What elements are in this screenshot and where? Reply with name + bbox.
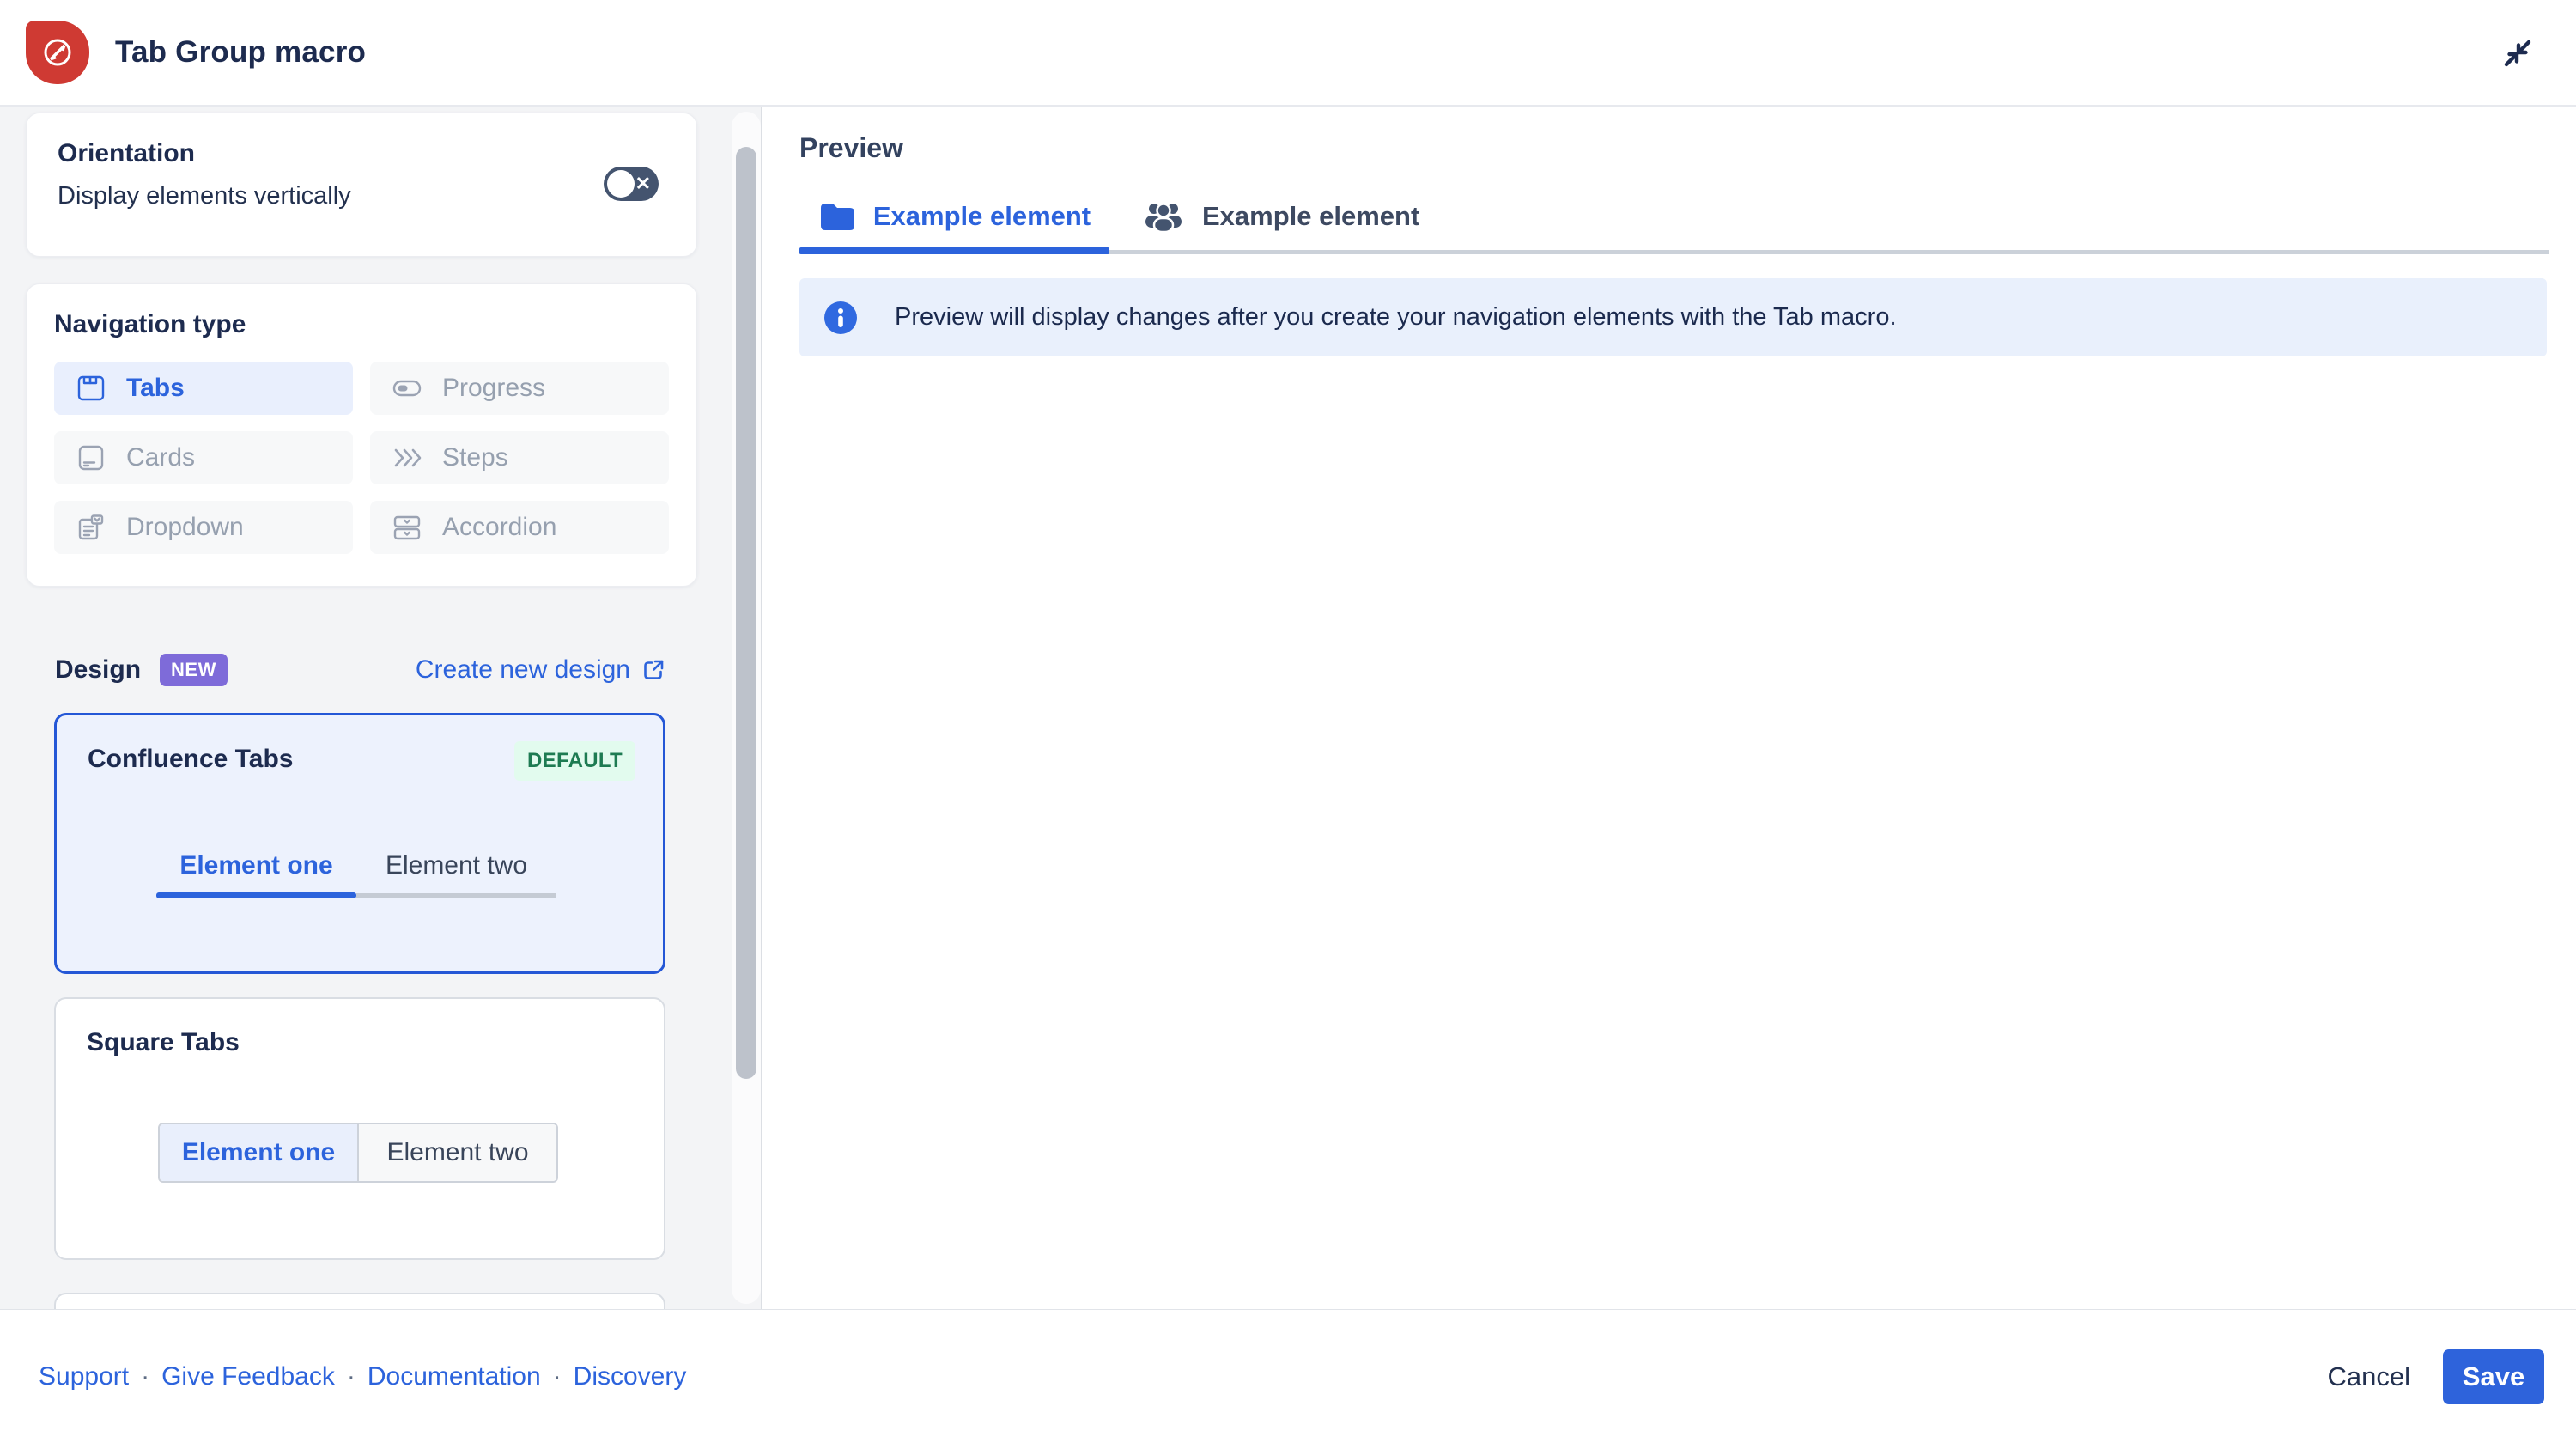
navigation-type-grid: Tabs Progress	[54, 362, 669, 554]
orientation-description: Display elements vertically	[58, 182, 665, 210]
nav-option-label: Progress	[442, 374, 545, 403]
toggle-knob	[607, 170, 635, 198]
nav-option-label: Tabs	[126, 374, 185, 403]
dialog-header: Tab Group macro	[0, 0, 2576, 107]
design-preview-button-one: Element one	[160, 1124, 359, 1181]
link-separator: ·	[347, 1362, 355, 1391]
design-option-name: Square Tabs	[87, 1028, 240, 1057]
cancel-button[interactable]: Cancel	[2307, 1348, 2432, 1406]
orientation-card: Orientation Display elements vertically …	[26, 113, 697, 257]
preview-pane: Preview Example element	[762, 107, 2576, 1309]
vertical-orientation-toggle[interactable]: ✕	[604, 167, 659, 201]
design-option-square-tabs[interactable]: Square Tabs Element one Element two	[54, 997, 665, 1260]
design-preview-button-two: Element two	[359, 1124, 556, 1181]
footer-links: Support · Give Feedback · Documentation …	[39, 1362, 686, 1391]
info-icon	[824, 301, 857, 334]
cards-icon	[76, 443, 106, 472]
nav-option-steps[interactable]: Steps	[370, 431, 669, 484]
discovery-link[interactable]: Discovery	[574, 1362, 687, 1391]
nav-option-tabs[interactable]: Tabs	[54, 362, 353, 415]
create-new-design-label: Create new design	[416, 655, 630, 685]
design-preview-underline	[156, 892, 556, 899]
documentation-link[interactable]: Documentation	[368, 1362, 541, 1391]
default-badge: DEFAULT	[514, 741, 635, 781]
preview-tab-label: Example element	[873, 201, 1091, 232]
preview-tab-1[interactable]: Example element	[799, 184, 1109, 249]
navigation-type-title: Navigation type	[54, 310, 669, 339]
nav-option-accordion[interactable]: Accordion	[370, 501, 669, 554]
panel-scrollbar-thumb[interactable]	[736, 147, 756, 1079]
save-button[interactable]: Save	[2443, 1349, 2544, 1404]
preview-info-banner: Preview will display changes after you c…	[799, 278, 2547, 356]
collapse-icon	[2498, 33, 2537, 73]
create-new-design-link[interactable]: Create new design	[416, 655, 666, 685]
progress-icon	[392, 374, 422, 403]
design-preview-buttons: Element one Element two	[158, 1123, 558, 1183]
accordion-icon	[392, 513, 422, 542]
preview-title: Preview	[799, 132, 903, 164]
support-link[interactable]: Support	[39, 1362, 129, 1391]
design-preview-tabs: Element one Element two	[156, 851, 556, 880]
tabs-icon	[76, 374, 106, 403]
link-separator: ·	[553, 1362, 562, 1391]
app-logo	[26, 21, 89, 84]
toggle-off-x-icon: ✕	[635, 173, 651, 195]
dialog-title: Tab Group macro	[115, 35, 366, 70]
external-link-icon	[641, 657, 666, 683]
nav-option-label: Steps	[442, 443, 508, 472]
design-title: Design	[55, 655, 141, 685]
steps-icon	[392, 443, 422, 472]
design-preview-tab-two: Element two	[356, 851, 556, 880]
design-section-header: Design NEW Create new design	[26, 648, 697, 692]
people-icon	[1144, 199, 1183, 234]
design-option-partial-card[interactable]	[54, 1293, 665, 1309]
orientation-title: Orientation	[58, 139, 665, 168]
dialog-footer: Support · Give Feedback · Documentation …	[0, 1309, 2576, 1443]
design-option-name: Confluence Tabs	[88, 745, 293, 774]
folder-icon	[818, 200, 854, 233]
nav-option-dropdown[interactable]: Dropdown	[54, 501, 353, 554]
tab-group-macro-dialog: Tab Group macro Orientation Display elem…	[0, 0, 2576, 1443]
nav-option-progress[interactable]: Progress	[370, 362, 669, 415]
navigation-type-card: Navigation type Tabs	[26, 283, 697, 587]
design-preview-tab-one: Element one	[156, 851, 356, 880]
give-feedback-link[interactable]: Give Feedback	[161, 1362, 335, 1391]
new-badge: NEW	[160, 654, 228, 686]
settings-panel: Orientation Display elements vertically …	[0, 107, 762, 1309]
nav-option-cards[interactable]: Cards	[54, 431, 353, 484]
design-option-confluence-tabs[interactable]: Confluence Tabs DEFAULT Element one Elem…	[54, 713, 665, 974]
preview-tabbar: Example element Example element	[799, 184, 2549, 254]
collapse-dialog-button[interactable]	[2494, 29, 2542, 77]
nav-option-label: Accordion	[442, 513, 556, 542]
active-underline	[156, 892, 356, 898]
preview-tab-2[interactable]: Example element	[1109, 184, 1419, 249]
inactive-underline	[356, 893, 556, 898]
nav-option-label: Dropdown	[126, 513, 244, 542]
banner-message: Preview will display changes after you c…	[895, 303, 1897, 332]
active-tab-underline	[799, 247, 1109, 254]
preview-tab-label: Example element	[1202, 201, 1419, 232]
compass-icon	[38, 33, 77, 72]
dropdown-icon	[76, 513, 106, 542]
nav-option-label: Cards	[126, 443, 195, 472]
link-separator: ·	[141, 1362, 149, 1391]
